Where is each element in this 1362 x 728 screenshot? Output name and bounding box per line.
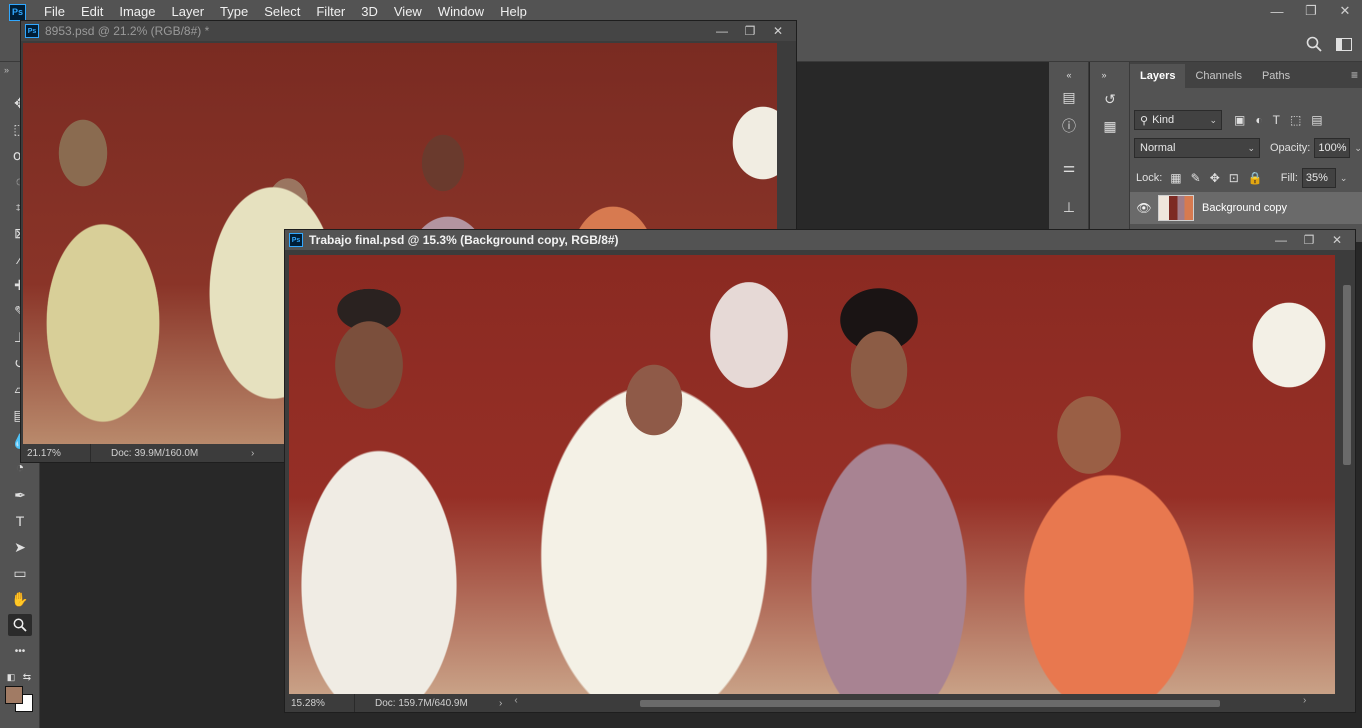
photoshop-doc-icon: Ps (289, 233, 303, 247)
lock-label: Lock: (1136, 172, 1163, 184)
fill-chevron-icon[interactable]: ⌄ (1340, 173, 1348, 184)
status-bar: 15.28% Doc: 159.7M/640.9M › ‹ › (285, 694, 1355, 712)
document-title-bar[interactable]: Ps Trabajo final.psd @ 15.3% (Background… (285, 230, 1355, 250)
more-tools-icon[interactable]: ••• (8, 640, 32, 662)
horizontal-scrollbar[interactable]: ‹ › (510, 695, 1311, 709)
pen-tool-icon[interactable]: ✒ (8, 484, 32, 506)
photoshop-logo-icon: Ps (9, 3, 26, 21)
hand-tool-icon[interactable]: ✋ (8, 588, 32, 610)
collapsed-panel-column-2: » ↺ ▦ (1090, 62, 1130, 242)
chevron-down-icon: ⌄ (1247, 142, 1255, 153)
properties-icon[interactable]: ▤ (1057, 86, 1081, 108)
smart-object-filter-icon[interactable]: ▤ (1311, 113, 1322, 127)
foreground-color-swatch[interactable] (5, 686, 23, 704)
document-title: 8953.psd @ 21.2% (RGB/8#) * (45, 24, 210, 38)
doc-size: Doc: 159.7M/640.9M (375, 697, 468, 709)
app-minimize-button[interactable]: — (1260, 0, 1294, 22)
rectangle-tool-icon[interactable]: ▭ (8, 562, 32, 584)
filter-kind-dropdown[interactable]: ⚲ Kind ⌄ (1134, 110, 1222, 130)
default-colors-icon[interactable]: ◧ (4, 666, 18, 688)
layer-name[interactable]: Background copy (1202, 202, 1287, 214)
scroll-right-icon[interactable]: › (1303, 695, 1306, 706)
canvas-restored-photo[interactable] (289, 255, 1335, 695)
grid-icon[interactable]: ▦ (1098, 115, 1122, 137)
panel-menu-icon[interactable]: ≡ (1351, 68, 1358, 82)
vertical-scrollbar[interactable] (1341, 255, 1353, 695)
doc2-restore-button[interactable]: ❐ (1295, 230, 1323, 250)
pixel-filter-icon[interactable]: ▣ (1234, 113, 1245, 127)
workspace-icon[interactable] (1336, 37, 1352, 54)
search-icon: ⚲ (1140, 114, 1149, 127)
lock-pixels-icon[interactable]: ✎ (1191, 171, 1201, 185)
lock-artboard-icon[interactable]: ⊡ (1229, 171, 1239, 185)
photoshop-doc-icon: Ps (25, 24, 39, 38)
vertical-scroll-thumb[interactable] (1343, 285, 1351, 465)
chevron-down-icon: ⌄ (1209, 114, 1217, 125)
doc2-minimize-button[interactable]: — (1267, 230, 1295, 250)
collapse-arrows-icon[interactable]: « (1057, 64, 1081, 86)
expand-arrows-icon[interactable]: » (1092, 64, 1116, 86)
document-title: Trabajo final.psd @ 15.3% (Background co… (309, 233, 619, 247)
opacity-label: Opacity: (1270, 142, 1311, 154)
status-arrow-icon[interactable]: › (499, 698, 502, 709)
fill-input[interactable]: 35% (1301, 168, 1336, 188)
status-arrow-icon[interactable]: › (251, 448, 254, 459)
zoom-tool-icon[interactable] (8, 614, 32, 636)
doc-size: Doc: 39.9M/160.0M (111, 447, 199, 459)
layers-panel: Layers Channels Paths ≡ ⚲ Kind ⌄ ▣ ◐ T ⬚… (1130, 62, 1362, 242)
collapsed-panel-column-1: « ▤ ⓘ ⚌ ⊥ (1049, 62, 1089, 242)
app-close-button[interactable]: ✕ (1328, 0, 1362, 22)
tab-paths[interactable]: Paths (1252, 64, 1300, 88)
scroll-left-icon[interactable]: ‹ (514, 695, 517, 706)
opacity-input[interactable]: 100% (1314, 138, 1351, 158)
shape-filter-icon[interactable]: ⬚ (1290, 113, 1301, 127)
lock-position-icon[interactable]: ✥ (1210, 171, 1220, 185)
path-selection-tool-icon[interactable]: ➤ (8, 536, 32, 558)
adjustment-filter-icon[interactable]: ◐ (1255, 113, 1262, 127)
blend-mode-dropdown[interactable]: Normal ⌄ (1134, 138, 1260, 158)
doc2-close-button[interactable]: ✕ (1323, 230, 1351, 250)
search-icon[interactable] (1306, 36, 1322, 55)
lock-all-icon[interactable]: 🔒 (1248, 171, 1263, 185)
tab-channels[interactable]: Channels (1185, 64, 1251, 88)
horizontal-scroll-thumb[interactable] (640, 700, 1221, 707)
zoom-level[interactable]: 21.17% (21, 444, 91, 462)
app-restore-button[interactable]: ❐ (1294, 0, 1328, 22)
status-bar: 21.17% Doc: 39.9M/160.0M › (21, 444, 286, 462)
opacity-chevron-icon[interactable]: ⌄ (1354, 143, 1362, 154)
layer-thumbnail (1158, 195, 1194, 221)
lock-transparent-icon[interactable]: ▦ (1170, 171, 1181, 185)
tab-layers[interactable]: Layers (1130, 64, 1186, 88)
document-window-trabajo-final: Ps Trabajo final.psd @ 15.3% (Background… (284, 229, 1356, 713)
collapse-arrows-icon[interactable]: » (4, 65, 9, 75)
doc1-minimize-button[interactable]: — (708, 21, 736, 41)
type-tool-icon[interactable]: T (8, 510, 32, 532)
doc1-close-button[interactable]: ✕ (764, 21, 792, 41)
swap-colors-icon[interactable]: ⇆ (20, 666, 34, 688)
fill-label: Fill: (1280, 172, 1298, 184)
history-icon[interactable]: ↺ (1098, 88, 1122, 110)
clone-source-icon[interactable]: ⊥ (1057, 196, 1081, 218)
layer-row[interactable]: 👁 Background copy (1130, 192, 1362, 224)
adjustments-icon[interactable]: ⚌ (1057, 156, 1081, 178)
info-icon[interactable]: ⓘ (1057, 115, 1081, 137)
type-filter-icon[interactable]: T (1273, 113, 1280, 127)
document-title-bar[interactable]: Ps 8953.psd @ 21.2% (RGB/8#) * — ❐ ✕ (21, 21, 796, 41)
doc1-restore-button[interactable]: ❐ (736, 21, 764, 41)
visibility-eye-icon[interactable]: 👁 (1130, 201, 1158, 215)
zoom-level[interactable]: 15.28% (285, 694, 355, 712)
